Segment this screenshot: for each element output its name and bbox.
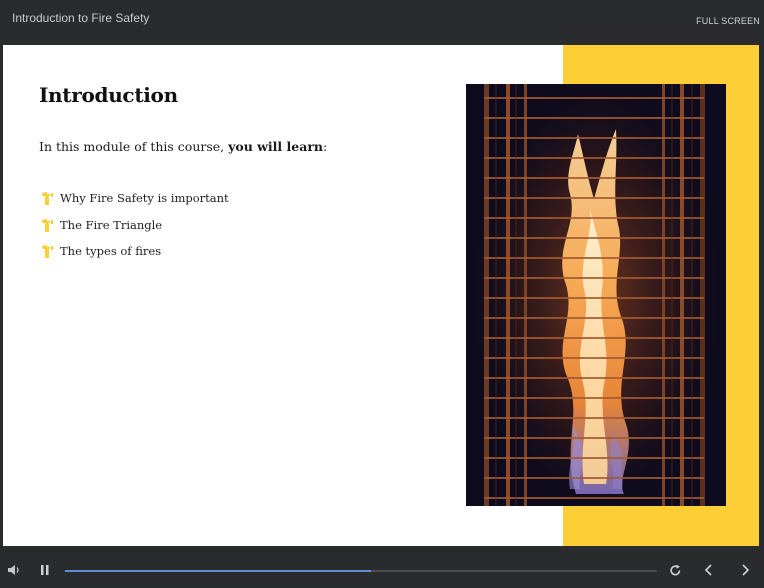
progress-bar[interactable] [65, 570, 657, 572]
intro-prefix: In this module of this course, [39, 139, 229, 154]
progress-fill [65, 570, 372, 572]
chevron-left-icon[interactable] [701, 562, 717, 578]
replay-icon[interactable] [667, 562, 683, 578]
intro-bold: you will learn [228, 139, 323, 154]
intro-text: In this module of this course, you will … [39, 139, 327, 154]
list-item: The Fire Triangle [39, 212, 229, 239]
player-controls [0, 546, 764, 588]
fire-extinguisher-icon [39, 243, 57, 259]
list-item-label: The Fire Triangle [60, 217, 163, 232]
list-item-label: Why Fire Safety is important [60, 191, 229, 206]
learning-list: Why Fire Safety is important The Fire Tr… [39, 185, 229, 265]
slide-heading: Introduction [39, 83, 178, 107]
pause-icon[interactable] [38, 562, 52, 578]
list-item: Why Fire Safety is important [39, 185, 229, 212]
intro-suffix: : [323, 139, 328, 154]
list-item: The types of fires [39, 238, 229, 265]
speaker-icon[interactable] [6, 562, 22, 578]
fire-extinguisher-icon [39, 190, 57, 206]
slide-stage: Introduction In this module of this cour… [3, 45, 759, 546]
fire-extinguisher-icon [39, 217, 57, 233]
list-item-label: The types of fires [60, 244, 162, 259]
course-title: Introduction to Fire Safety [12, 11, 150, 25]
top-bar: Introduction to Fire Safety FULL SCREEN [0, 0, 764, 45]
fire-heater-photo [466, 84, 726, 506]
fullscreen-button[interactable]: FULL SCREEN [696, 16, 760, 26]
chevron-right-icon[interactable] [737, 562, 753, 578]
